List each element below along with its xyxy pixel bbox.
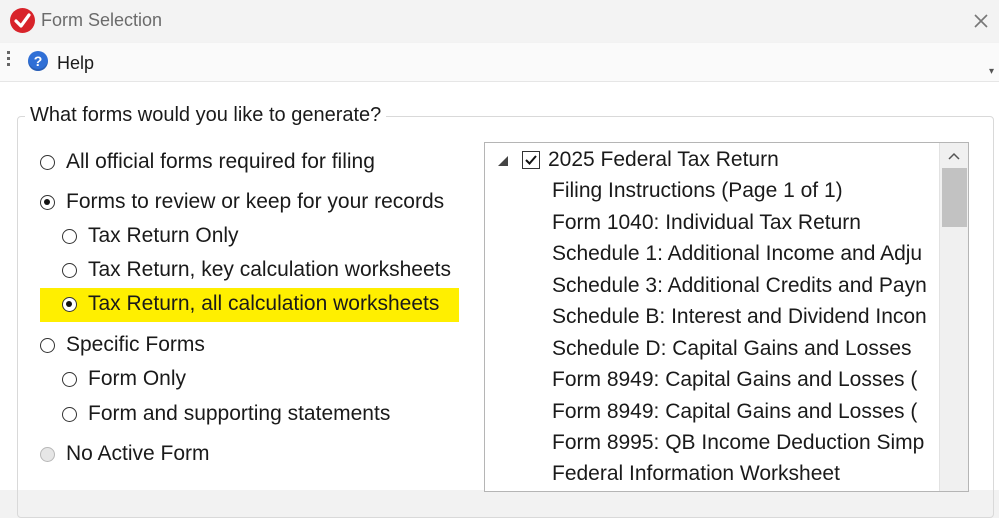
chevron-up-icon bbox=[948, 152, 960, 160]
toolbar-grip-icon[interactable] bbox=[7, 51, 11, 73]
toolbar: ? Help bbox=[0, 43, 999, 82]
radio-label: Forms to review or keep for your records bbox=[66, 190, 445, 213]
radio-label: Tax Return, all calculation worksheets bbox=[88, 292, 440, 315]
tree-item[interactable]: Form 8949: Capital Gains and Losses ( bbox=[552, 400, 917, 424]
collapse-arrow-icon[interactable] bbox=[498, 156, 508, 166]
tree-root-checkbox[interactable] bbox=[522, 151, 540, 169]
dialog-content: What forms would you like to generate? A… bbox=[0, 82, 999, 518]
close-icon bbox=[974, 14, 988, 28]
forms-tree-view[interactable]: 2025 Federal Tax Return Filing Instructi… bbox=[484, 142, 969, 492]
help-label: Help bbox=[57, 53, 95, 73]
tree-item[interactable]: Filing Instructions (Page 1 of 1) bbox=[552, 179, 843, 203]
scroll-up-button[interactable] bbox=[944, 147, 964, 167]
group-title: What forms would you like to generate? bbox=[25, 104, 387, 127]
check-badge-icon bbox=[10, 8, 35, 33]
tree-item[interactable]: Form 8949: Capital Gains and Losses ( bbox=[552, 368, 917, 392]
tree-item[interactable]: Schedule B: Interest and Dividend Incon bbox=[552, 305, 927, 329]
radio-indicator bbox=[40, 447, 55, 462]
radio-label: Tax Return Only bbox=[88, 224, 239, 247]
radio-indicator bbox=[40, 338, 55, 353]
tree-content: 2025 Federal Tax Return Filing Instructi… bbox=[485, 143, 939, 491]
help-icon: ? bbox=[28, 51, 48, 71]
checkmark-icon bbox=[525, 155, 537, 165]
radio-indicator bbox=[62, 372, 77, 387]
window-title: Form Selection bbox=[41, 10, 163, 30]
radio-label: Specific Forms bbox=[66, 333, 205, 356]
tree-item[interactable]: Schedule 3: Additional Credits and Payn bbox=[552, 274, 927, 298]
toolbar-overflow-icon[interactable]: ▾ bbox=[989, 66, 994, 77]
radio-indicator bbox=[62, 407, 77, 422]
help-menu-item[interactable]: ? Help bbox=[25, 49, 94, 75]
radio-label: Tax Return, key calculation worksheets bbox=[88, 258, 451, 281]
tree-item[interactable]: Schedule D: Capital Gains and Losses bbox=[552, 337, 912, 361]
radio-label: All official forms required for filing bbox=[66, 150, 375, 173]
title-bar: Form Selection bbox=[0, 0, 999, 42]
radio-indicator bbox=[62, 229, 77, 244]
radio-indicator bbox=[62, 297, 77, 312]
close-button[interactable] bbox=[968, 8, 994, 34]
tree-item[interactable]: Schedule 1: Additional Income and Adju bbox=[552, 242, 922, 266]
radio-label: Form Only bbox=[88, 367, 187, 390]
tree-item[interactable]: Form 1040: Individual Tax Return bbox=[552, 211, 861, 235]
scrollbar-thumb[interactable] bbox=[942, 168, 967, 227]
tree-root-label[interactable]: 2025 Federal Tax Return bbox=[548, 148, 779, 172]
radio-indicator bbox=[40, 195, 55, 210]
radio-label: Form and supporting statements bbox=[88, 402, 391, 425]
radio-indicator bbox=[62, 263, 77, 278]
tree-item[interactable]: Federal Information Worksheet bbox=[552, 462, 840, 486]
radio-indicator bbox=[40, 155, 55, 170]
tree-scrollbar[interactable] bbox=[939, 143, 968, 491]
tree-item[interactable]: Form 8995: QB Income Deduction Simp bbox=[552, 431, 924, 455]
radio-label: No Active Form bbox=[66, 442, 210, 465]
